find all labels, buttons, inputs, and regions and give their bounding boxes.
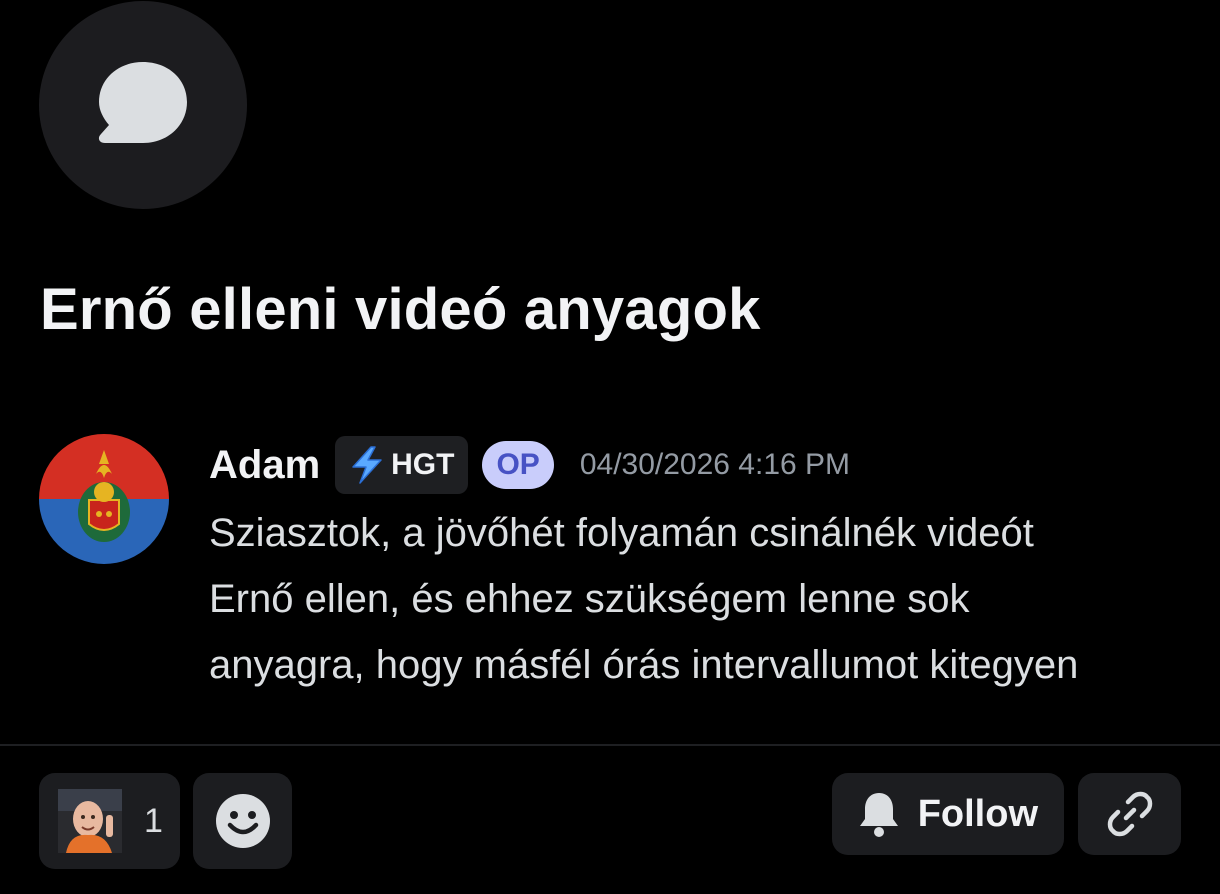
user-photo-reaction [58,789,122,853]
lightning-icon [352,446,382,484]
smiley-icon [215,794,270,848]
follow-button[interactable]: Follow [832,773,1064,855]
reaction-count: 1 [144,801,163,840]
message-line: Sziasztok, a jövőhét folyamán csinálnék … [209,511,1034,555]
message-line: anyagra, hogy másfél órás intervallumot … [209,643,1079,687]
message-header: Adam HGT OP 04/30/2026 4:16 PM [209,436,850,494]
thread-icon-circle [39,1,247,209]
author-name[interactable]: Adam [209,443,320,488]
link-icon [1107,791,1152,837]
bell-icon [860,793,898,837]
message-line: Ernő ellen, és ehhez szükségem lenne sok [209,577,970,621]
chat-bubble-icon [98,62,187,143]
follow-label: Follow [917,792,1038,835]
author-avatar[interactable] [39,434,169,564]
op-badge: OP [482,441,554,489]
server-tag[interactable]: HGT [335,436,469,494]
reaction-button[interactable]: 1 [39,773,180,869]
message-body: Sziasztok, a jövőhét folyamán csinálnék … [209,500,1199,698]
server-tag-text: HGT [391,448,455,481]
divider [0,744,1220,746]
message-timestamp: 04/30/2026 4:16 PM [579,448,851,481]
thread-title: Ernő elleni videó anyagok [40,277,761,342]
add-reaction-button[interactable] [193,773,292,869]
copy-link-button[interactable] [1078,773,1181,855]
